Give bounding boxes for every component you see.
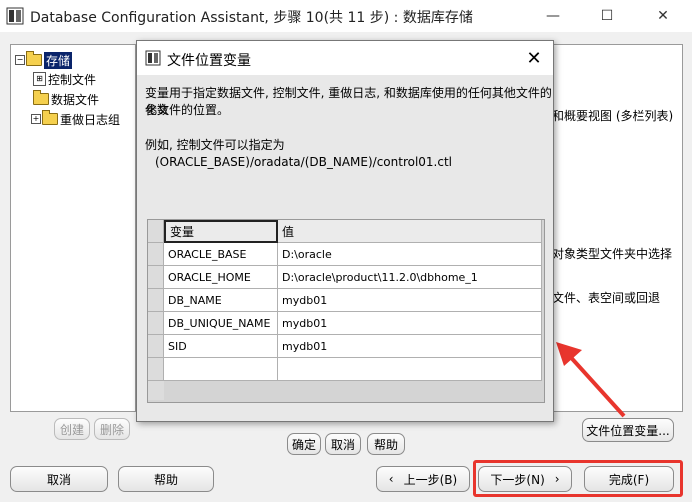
dialog-title-bar: 文件位置变量 ✕	[137, 41, 553, 75]
table-header-row: 变量 值	[148, 220, 542, 243]
detail-text: 和概要视图 (多栏列表)	[552, 109, 674, 123]
chevron-left-icon: ‹	[388, 472, 394, 486]
tree-item-data-files[interactable]: 数据文件	[33, 90, 99, 108]
folder-icon	[26, 51, 42, 66]
row-number	[148, 335, 164, 358]
dialog-body: 变量用于指定数据文件, 控制文件, 重做日志, 和数据库使用的任何其他文件的参数…	[137, 75, 553, 455]
variable-value-cell[interactable]	[278, 358, 542, 381]
control-file-icon: ⊞	[33, 72, 46, 86]
file-location-variables-dialog: 文件位置变量 ✕ 变量用于指定数据文件, 控制文件, 重做日志, 和数据库使用的…	[136, 40, 554, 455]
table-row[interactable]: ORACLE_BASE D:\oracle	[148, 243, 542, 266]
variables-table: 变量 值 ORACLE_BASE D:\oracle ORACLE_HOME D…	[147, 219, 545, 403]
back-button-label: 上一步(B)	[403, 472, 458, 487]
dialog-help-button[interactable]: 帮助	[367, 433, 405, 455]
database-app-icon	[6, 7, 24, 25]
detail-text: 文件、表空间或回退	[552, 291, 661, 305]
close-icon[interactable]: ✕	[521, 45, 547, 71]
close-button[interactable]: ✕	[640, 0, 686, 32]
table-row-empty[interactable]	[148, 358, 542, 381]
tree-item-storage[interactable]: − 存储	[15, 51, 73, 69]
folder-icon	[33, 90, 49, 105]
highlight-box	[473, 460, 683, 497]
table-row[interactable]: ORACLE_HOME D:\oracle\product\11.2.0\dbh…	[148, 266, 542, 289]
table-row[interactable]: DB_NAME mydb01	[148, 289, 542, 312]
file-location-variables-button[interactable]: 文件位置变量...	[582, 418, 674, 442]
dialog-cancel-button[interactable]: 取消	[325, 433, 361, 455]
column-header-value[interactable]: 值	[278, 220, 542, 243]
variable-name-cell[interactable]: ORACLE_HOME	[164, 266, 278, 289]
table-row[interactable]: SID mydb01	[148, 335, 542, 358]
delete-button[interactable]: 删除	[94, 418, 130, 440]
storage-tree: − 存储 ⊞ 控制文件 数据文件 + 重做日志组	[10, 44, 136, 412]
annotation-arrow	[556, 342, 626, 418]
row-number-filler	[148, 381, 164, 400]
tree-item-label: 数据文件	[51, 92, 100, 107]
row-number	[148, 266, 164, 289]
dialog-title: 文件位置变量	[167, 53, 251, 69]
tree-item-control-files[interactable]: ⊞ 控制文件	[33, 70, 96, 88]
maximize-button[interactable]: ☐	[584, 0, 630, 32]
title-bar: Database Configuration Assistant, 步骤 10(…	[0, 0, 692, 32]
help-button[interactable]: 帮助	[118, 466, 214, 492]
variable-value-cell[interactable]: D:\oracle\product\11.2.0\dbhome_1	[278, 266, 542, 289]
variable-value-cell[interactable]: mydb01	[278, 312, 542, 335]
ok-button[interactable]: 确定	[287, 433, 321, 455]
folder-icon	[42, 110, 58, 125]
tree-item-label: 重做日志组	[60, 112, 121, 127]
row-number	[148, 312, 164, 335]
variable-name-cell[interactable]: SID	[164, 335, 278, 358]
database-app-icon	[145, 50, 161, 66]
row-number	[148, 289, 164, 312]
variable-value-cell[interactable]: mydb01	[278, 335, 542, 358]
variable-name-cell[interactable]: ORACLE_BASE	[164, 243, 278, 266]
row-number	[148, 358, 164, 381]
minimize-button[interactable]: —	[530, 0, 576, 32]
table-row[interactable]: DB_UNIQUE_NAME mydb01	[148, 312, 542, 335]
variable-name-cell[interactable]	[164, 358, 278, 381]
variable-name-cell[interactable]: DB_UNIQUE_NAME	[164, 312, 278, 335]
variable-name-cell[interactable]: DB_NAME	[164, 289, 278, 312]
create-button[interactable]: 创建	[54, 418, 90, 440]
variable-value-cell[interactable]: mydb01	[278, 289, 542, 312]
description-line: 化文件的位置。	[145, 103, 230, 117]
example-path: (ORACLE_BASE)/oradata/(DB_NAME)/control0…	[155, 155, 453, 169]
back-button[interactable]: ‹ 上一步(B)	[376, 466, 470, 492]
row-number	[148, 243, 164, 266]
collapse-icon[interactable]: −	[15, 55, 25, 65]
tree-item-label: 存储	[44, 51, 73, 69]
column-header-variable[interactable]: 变量	[164, 220, 278, 243]
cancel-button[interactable]: 取消	[10, 466, 108, 492]
tree-item-label: 控制文件	[48, 72, 97, 87]
detail-text: 对象类型文件夹中选择	[552, 247, 673, 261]
window-title: Database Configuration Assistant, 步骤 10(…	[30, 10, 473, 26]
variable-value-cell[interactable]: D:\oracle	[278, 243, 542, 266]
tree-item-redo-log-groups[interactable]: + 重做日志组	[31, 110, 120, 128]
example-line: 例如, 控制文件可以指定为	[145, 138, 285, 152]
expand-icon[interactable]: +	[31, 114, 41, 124]
row-number-header	[148, 220, 164, 243]
